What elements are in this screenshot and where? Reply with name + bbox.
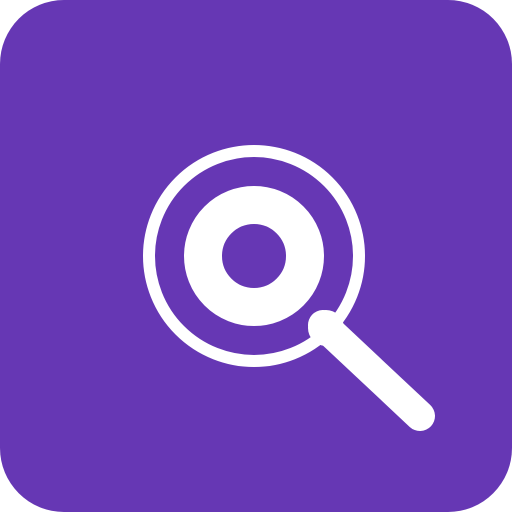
handle-knob [308,310,344,346]
lens-inner-ring [184,186,324,326]
search-icon [143,145,435,431]
app-icon-tile[interactable] [0,0,512,512]
